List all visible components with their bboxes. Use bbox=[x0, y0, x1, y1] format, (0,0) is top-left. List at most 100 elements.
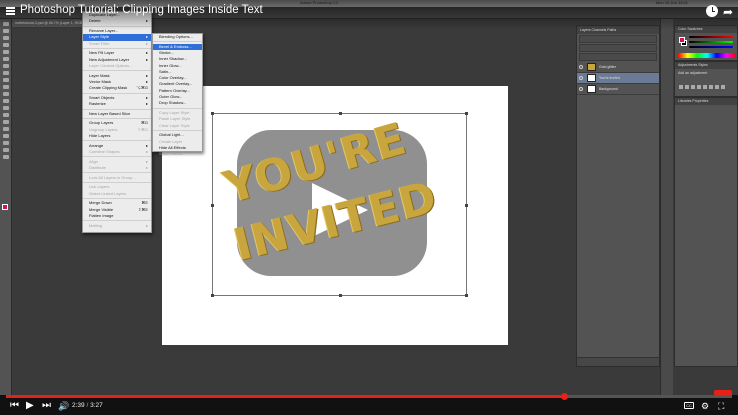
video-title[interactable]: Photoshop Tutorial: Clipping Images Insi… bbox=[20, 4, 263, 16]
gradient-tool-icon[interactable] bbox=[3, 99, 9, 103]
transform-handle[interactable] bbox=[211, 204, 214, 207]
red-slider[interactable] bbox=[689, 36, 733, 38]
transform-handle[interactable] bbox=[465, 112, 468, 115]
menu-item-label: Paste Layer Style bbox=[159, 116, 191, 122]
layer-menu-item[interactable]: New Layer Based Slice bbox=[83, 111, 151, 117]
menu-item-label: Group Layers bbox=[89, 120, 114, 126]
adjustments-hint: Add an adjustment bbox=[678, 71, 708, 75]
transform-handle[interactable] bbox=[211, 112, 214, 115]
submenu-arrow-icon: ▸ bbox=[145, 222, 148, 228]
layer-menu-item[interactable]: Rasterize ▸ bbox=[83, 101, 151, 107]
previous-icon[interactable]: ⏮ bbox=[10, 400, 19, 412]
fullscreen-icon[interactable]: ⛶ bbox=[718, 400, 724, 412]
transform-handle[interactable] bbox=[339, 294, 342, 297]
volume-icon[interactable]: 🔊 bbox=[58, 400, 69, 412]
layer-filter-control[interactable] bbox=[579, 35, 657, 43]
layer-style-menu-item[interactable]: Drop Shadow... bbox=[153, 100, 202, 106]
history-brush-tool-icon[interactable] bbox=[3, 85, 9, 89]
collapsed-panel-strip[interactable] bbox=[660, 19, 673, 395]
adjustment-icons[interactable] bbox=[675, 77, 737, 95]
watch-later-icon[interactable] bbox=[706, 5, 718, 17]
submenu-arrow-icon: ▸ bbox=[145, 101, 148, 107]
layer-row[interactable]: You're invited bbox=[577, 73, 659, 84]
layer-menu-item[interactable]: Hide Layers bbox=[83, 133, 151, 139]
eraser-tool-icon[interactable] bbox=[3, 92, 9, 96]
zoom-tool-icon[interactable] bbox=[3, 155, 9, 159]
menu-icon[interactable] bbox=[6, 7, 15, 15]
layer-menu-item[interactable]: Flatten Image bbox=[83, 213, 151, 219]
menu-separator bbox=[153, 130, 202, 132]
current-time: 2:39 bbox=[72, 402, 85, 409]
transform-bounding-box[interactable] bbox=[211, 112, 468, 297]
color-fg-swatch[interactable] bbox=[679, 37, 685, 43]
shape-tool-icon[interactable] bbox=[3, 141, 9, 145]
youtube-logo-icon[interactable] bbox=[714, 390, 732, 396]
layer-style-submenu: Blending Options... Bevel & Emboss... Stro… bbox=[152, 33, 203, 156]
lock-fill-control[interactable] bbox=[579, 53, 657, 61]
adjustments-panel-tabs[interactable]: Adjustments Styles bbox=[675, 62, 737, 69]
pen-tool-icon[interactable] bbox=[3, 120, 9, 124]
layer-name: Background bbox=[599, 87, 618, 91]
layer-menu-item: Combine Shapes ▸ bbox=[83, 149, 151, 155]
libraries-panel-tabs[interactable]: Libraries Properties bbox=[675, 98, 737, 105]
menu-item-shortcut: ⌥⌘G bbox=[136, 85, 148, 91]
share-icon[interactable]: ➦ bbox=[723, 5, 733, 19]
menu-item-label: Create Clipping Mask bbox=[89, 85, 128, 91]
layer-style-menu-item[interactable]: Blending Options... bbox=[153, 34, 202, 40]
menu-item-label: Bevel & Emboss... bbox=[159, 43, 192, 49]
menu-item-label: Merge Down bbox=[89, 200, 112, 206]
menu-separator bbox=[83, 48, 151, 50]
blur-tool-icon[interactable] bbox=[3, 106, 9, 110]
color-spectrum[interactable] bbox=[678, 53, 736, 58]
transform-handle[interactable] bbox=[211, 294, 214, 297]
quick-select-tool-icon[interactable] bbox=[3, 43, 9, 47]
hand-tool-icon[interactable] bbox=[3, 148, 9, 152]
menu-item-label: Layer Mask bbox=[89, 72, 110, 78]
layer-style-menu-item: Clear Layer Style bbox=[153, 123, 202, 129]
player-controls-bar: ⏮ ▶ ⏭ 🔊 2:39 / 3:27 CC ⚙ ⛶ bbox=[0, 393, 738, 415]
crop-tool-icon[interactable] bbox=[3, 50, 9, 54]
progress-bar[interactable] bbox=[6, 393, 732, 400]
play-icon[interactable]: ▶ bbox=[26, 400, 34, 412]
menu-item-label: Link Layers bbox=[89, 184, 110, 190]
blue-slider[interactable] bbox=[689, 46, 733, 48]
menu-item-label: Copy Layer Style bbox=[159, 110, 190, 116]
menu-item-label: Drop Shadow... bbox=[159, 100, 187, 106]
next-icon[interactable]: ⏭ bbox=[42, 400, 51, 412]
layer-thumbnail bbox=[587, 63, 596, 71]
submenu-arrow-icon: ▸ bbox=[145, 148, 148, 154]
settings-gear-icon[interactable]: ⚙ bbox=[701, 400, 709, 412]
menu-separator bbox=[153, 107, 202, 109]
lasso-tool-icon[interactable] bbox=[3, 36, 9, 40]
foreground-color-swatch[interactable] bbox=[2, 204, 8, 210]
document-canvas[interactable]: YOU'RE INVITED bbox=[162, 86, 508, 345]
eyedropper-tool-icon[interactable] bbox=[3, 57, 9, 61]
visibility-eye-icon[interactable] bbox=[579, 76, 583, 80]
layer-menu-item[interactable]: Create Clipping Mask ⌥⌘G bbox=[83, 85, 151, 91]
dodge-tool-icon[interactable] bbox=[3, 113, 9, 117]
path-select-tool-icon[interactable] bbox=[3, 134, 9, 138]
green-slider[interactable] bbox=[689, 41, 733, 43]
transform-handle[interactable] bbox=[339, 112, 342, 115]
type-tool-icon[interactable] bbox=[3, 127, 9, 131]
visibility-eye-icon[interactable] bbox=[579, 87, 583, 91]
layer-row[interactable]: Gold glitter bbox=[577, 62, 659, 73]
layers-panel-footer[interactable] bbox=[577, 357, 659, 366]
brush-tool-icon[interactable] bbox=[3, 71, 9, 75]
time-display: 2:39 / 3:27 bbox=[72, 402, 103, 409]
transform-handle[interactable] bbox=[465, 204, 468, 207]
blend-mode-control[interactable] bbox=[579, 44, 657, 52]
visibility-eye-icon[interactable] bbox=[579, 65, 583, 69]
healing-tool-icon[interactable] bbox=[3, 64, 9, 68]
duration: 3:27 bbox=[90, 402, 103, 409]
menu-item-label: Scale Effects... bbox=[159, 151, 186, 157]
progress-scrubber[interactable] bbox=[560, 393, 568, 400]
captions-icon[interactable]: CC bbox=[684, 402, 694, 409]
transform-handle[interactable] bbox=[465, 294, 468, 297]
stamp-tool-icon[interactable] bbox=[3, 78, 9, 82]
menu-item-label: Hide All Effects bbox=[159, 144, 186, 150]
menu-item-label: Combine Shapes bbox=[89, 148, 120, 154]
layer-row[interactable]: Background bbox=[577, 84, 659, 95]
menu-separator bbox=[83, 198, 151, 200]
layer-thumbnail bbox=[587, 85, 596, 93]
